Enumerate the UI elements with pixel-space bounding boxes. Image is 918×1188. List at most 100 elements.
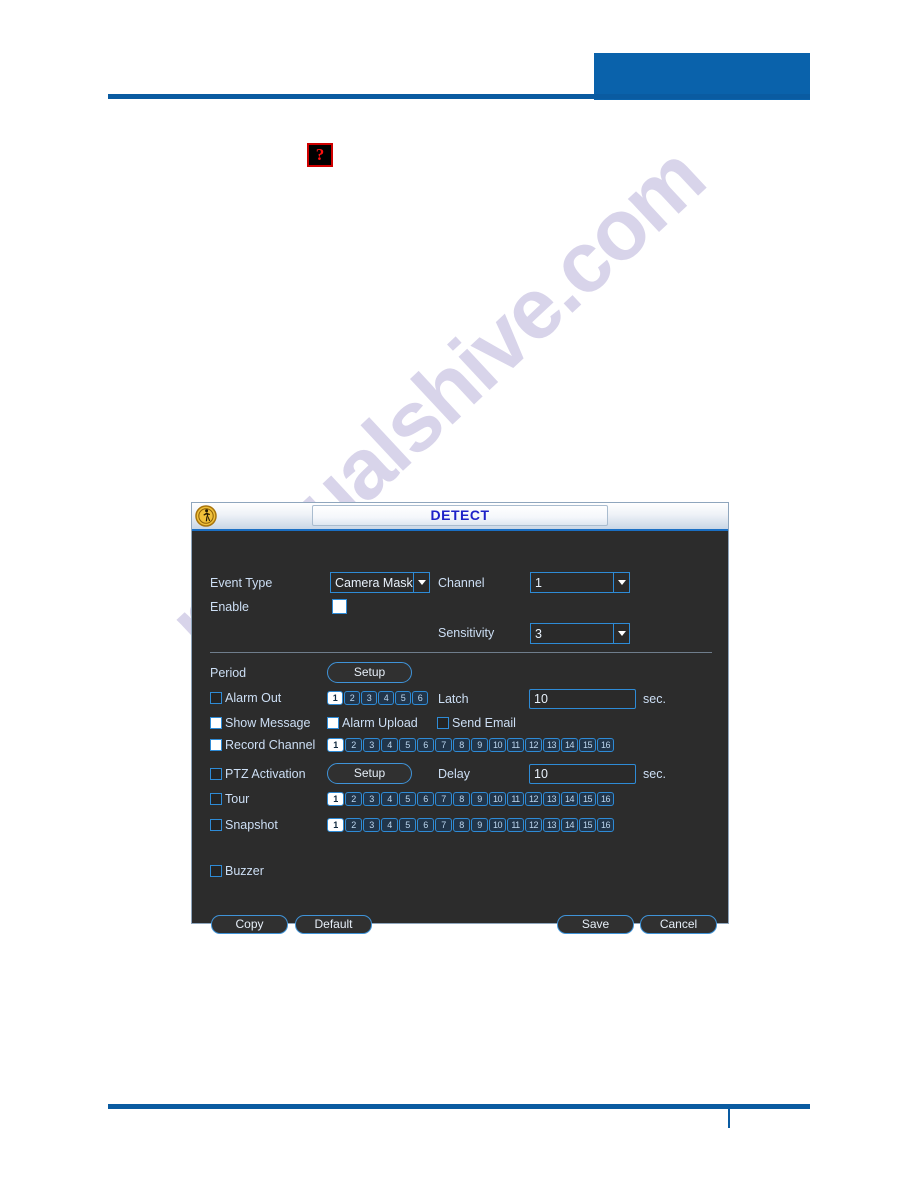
chip[interactable]: 2: [344, 691, 360, 705]
chip[interactable]: 3: [363, 818, 380, 832]
chip[interactable]: 6: [417, 738, 434, 752]
record-channel-label: Record Channel: [225, 738, 316, 752]
channel-select[interactable]: 1: [530, 572, 630, 593]
ptz-setup-button[interactable]: Setup: [327, 763, 412, 784]
chip[interactable]: 4: [381, 792, 398, 806]
send-email-row[interactable]: Send Email: [437, 716, 516, 730]
chip[interactable]: 9: [471, 738, 488, 752]
chip[interactable]: 10: [489, 792, 506, 806]
chip[interactable]: 12: [525, 738, 542, 752]
latch-unit: sec.: [643, 692, 666, 706]
tour-channels[interactable]: 1 2 3 4 5 6 7 8 9 10 11 12 13 14 15 16: [327, 792, 615, 806]
chip[interactable]: 1: [327, 738, 344, 752]
chip[interactable]: 11: [507, 792, 524, 806]
chip[interactable]: 13: [543, 738, 560, 752]
chip[interactable]: 16: [597, 738, 614, 752]
chip[interactable]: 14: [561, 792, 578, 806]
chip[interactable]: 1: [327, 818, 344, 832]
chip[interactable]: 15: [579, 792, 596, 806]
period-setup-button[interactable]: Setup: [327, 662, 412, 683]
default-button[interactable]: Default: [295, 915, 372, 934]
chip[interactable]: 6: [417, 792, 434, 806]
header-accent-block: [594, 53, 810, 100]
alarm-upload-row[interactable]: Alarm Upload: [327, 716, 418, 730]
event-type-label: Event Type: [210, 576, 273, 590]
alarm-out-row[interactable]: Alarm Out: [210, 691, 281, 705]
record-channel-row[interactable]: Record Channel: [210, 738, 315, 752]
chip[interactable]: 1: [327, 792, 344, 806]
alarm-upload-checkbox[interactable]: [327, 717, 339, 729]
cancel-button[interactable]: Cancel: [640, 915, 717, 934]
chip[interactable]: 14: [561, 738, 578, 752]
chip[interactable]: 9: [471, 818, 488, 832]
latch-label: Latch: [438, 692, 469, 706]
chip[interactable]: 4: [381, 818, 398, 832]
chip[interactable]: 3: [361, 691, 377, 705]
chip[interactable]: 4: [381, 738, 398, 752]
sensitivity-value: 3: [535, 626, 542, 641]
chip[interactable]: 13: [543, 792, 560, 806]
chip[interactable]: 3: [363, 738, 380, 752]
chip[interactable]: 12: [525, 818, 542, 832]
sensitivity-select[interactable]: 3: [530, 623, 630, 644]
chip[interactable]: 2: [345, 738, 362, 752]
chip[interactable]: 4: [378, 691, 394, 705]
chip[interactable]: 7: [435, 818, 452, 832]
record-channel-channels[interactable]: 1 2 3 4 5 6 7 8 9 10 11 12 13 14 15 16: [327, 738, 615, 752]
ptz-activation-row[interactable]: PTZ Activation: [210, 767, 306, 781]
chip[interactable]: 2: [345, 818, 362, 832]
chip[interactable]: 5: [395, 691, 411, 705]
snapshot-row[interactable]: Snapshot: [210, 818, 278, 832]
chip[interactable]: 2: [345, 792, 362, 806]
alarm-out-checkbox[interactable]: [210, 692, 222, 704]
chip[interactable]: 5: [399, 818, 416, 832]
chip[interactable]: 8: [453, 738, 470, 752]
chip[interactable]: 16: [597, 792, 614, 806]
chip[interactable]: 9: [471, 792, 488, 806]
snapshot-checkbox[interactable]: [210, 819, 222, 831]
chip[interactable]: 15: [579, 818, 596, 832]
snapshot-channels[interactable]: 1 2 3 4 5 6 7 8 9 10 11 12 13 14 15 16: [327, 818, 615, 832]
show-message-checkbox[interactable]: [210, 717, 222, 729]
chip[interactable]: 8: [453, 818, 470, 832]
enable-checkbox[interactable]: [332, 599, 347, 614]
chip[interactable]: 7: [435, 738, 452, 752]
delay-input[interactable]: 10: [529, 764, 636, 784]
tour-checkbox[interactable]: [210, 793, 222, 805]
chip[interactable]: 12: [525, 792, 542, 806]
chip[interactable]: 11: [507, 818, 524, 832]
record-channel-checkbox[interactable]: [210, 739, 222, 751]
chip[interactable]: 7: [435, 792, 452, 806]
tour-row[interactable]: Tour: [210, 792, 249, 806]
chip[interactable]: 3: [363, 792, 380, 806]
chevron-down-icon[interactable]: [613, 573, 629, 592]
buzzer-checkbox[interactable]: [210, 865, 222, 877]
alarm-out-label: Alarm Out: [225, 691, 282, 705]
buzzer-row[interactable]: Buzzer: [210, 864, 264, 878]
event-type-select[interactable]: Camera Maski: [330, 572, 430, 593]
chip[interactable]: 6: [412, 691, 428, 705]
chip[interactable]: 16: [597, 818, 614, 832]
copy-button[interactable]: Copy: [211, 915, 288, 934]
chip[interactable]: 1: [327, 691, 343, 705]
chip[interactable]: 11: [507, 738, 524, 752]
chip[interactable]: 13: [543, 818, 560, 832]
chip[interactable]: 8: [453, 792, 470, 806]
chip[interactable]: 5: [399, 738, 416, 752]
alarm-out-channels[interactable]: 1 2 3 4 5 6: [327, 691, 429, 705]
chip[interactable]: 5: [399, 792, 416, 806]
chip[interactable]: 6: [417, 818, 434, 832]
latch-input[interactable]: 10: [529, 689, 636, 709]
save-button[interactable]: Save: [557, 915, 634, 934]
chevron-down-icon[interactable]: [613, 624, 629, 643]
chip[interactable]: 15: [579, 738, 596, 752]
chip[interactable]: 10: [489, 818, 506, 832]
chevron-down-icon[interactable]: [413, 573, 429, 592]
buzzer-label: Buzzer: [225, 864, 264, 878]
ptz-activation-checkbox[interactable]: [210, 768, 222, 780]
send-email-checkbox[interactable]: [437, 717, 449, 729]
show-message-row[interactable]: Show Message: [210, 716, 310, 730]
chip[interactable]: 10: [489, 738, 506, 752]
chip[interactable]: 14: [561, 818, 578, 832]
delay-unit: sec.: [643, 767, 666, 781]
